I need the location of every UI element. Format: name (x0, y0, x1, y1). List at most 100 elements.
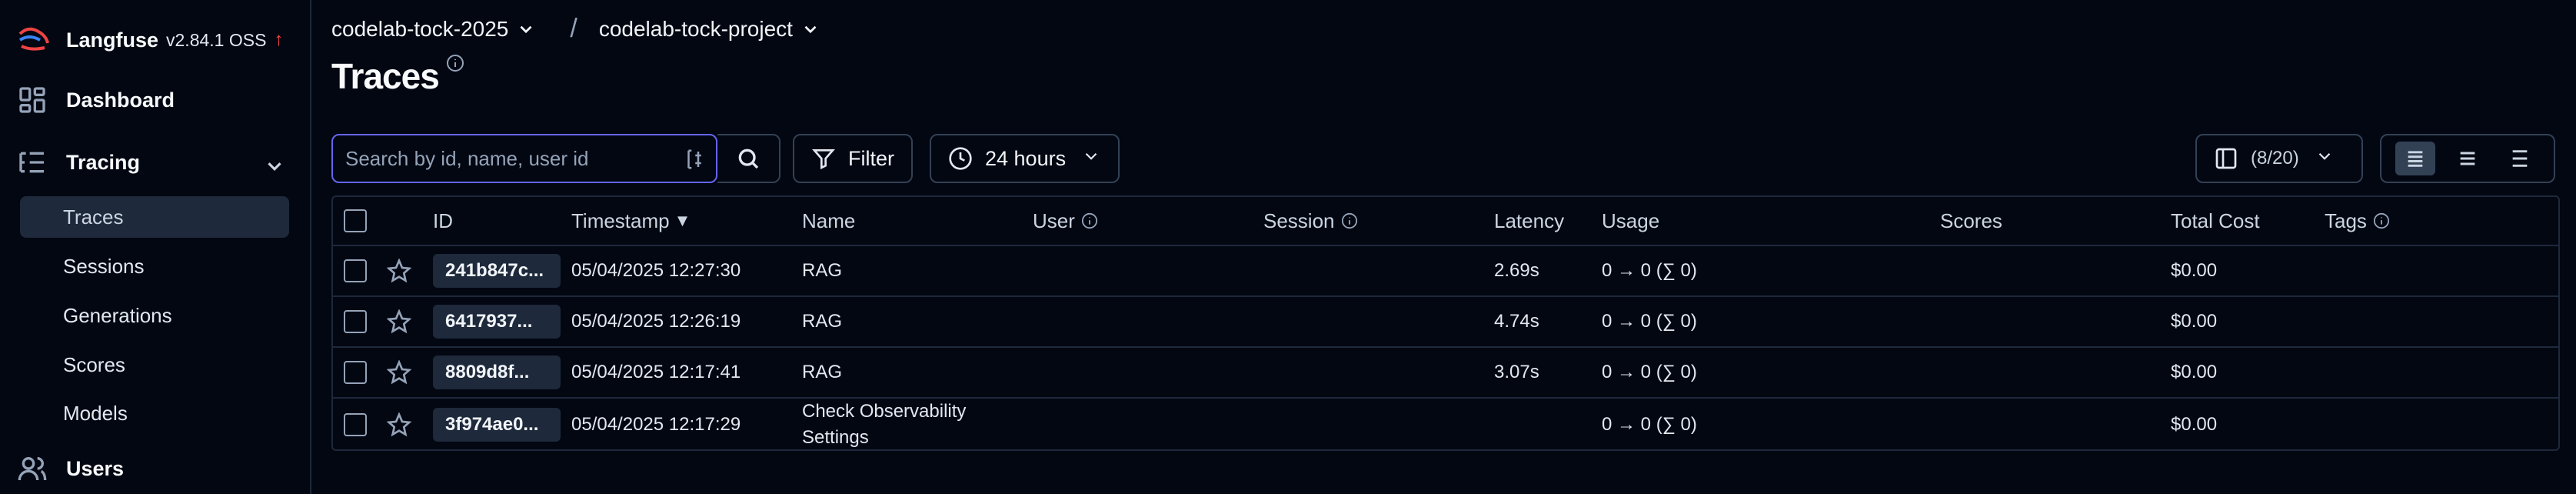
density-spacious-button[interactable] (2500, 142, 2540, 175)
header-label: Tags (2325, 209, 2367, 232)
info-icon[interactable] (1341, 212, 1358, 229)
traces-table: ID Timestamp ▼ Name User Session Latency… (331, 195, 2560, 451)
sidebar-item-scores[interactable]: Scores (20, 344, 289, 386)
sort-desc-icon: ▼ (674, 211, 691, 230)
sidebar-item-users[interactable]: Users (17, 453, 124, 484)
header-label: ID (433, 209, 453, 232)
lines-compact-icon (2408, 151, 2423, 167)
sidebar-item-tracing[interactable]: Tracing (17, 147, 294, 178)
header-user[interactable]: User (1033, 197, 1098, 245)
filter-button[interactable]: Filter (793, 134, 913, 183)
header-label: Name (802, 209, 856, 232)
trace-usage: 0 → 0 (∑ 0) (1602, 414, 1697, 435)
chevron-down-icon[interactable] (516, 19, 536, 39)
time-range-label: 24 hours (985, 146, 1067, 170)
trace-id[interactable]: 241b847c... (433, 254, 561, 288)
breadcrumb: codelab-tock-2025 / codelab-tock-project (331, 14, 820, 44)
header-usage[interactable]: Usage (1602, 197, 1659, 245)
row-select-cell (344, 348, 367, 397)
app: Langfuse v2.84.1 OSS ↑ Dashboard Tracing… (0, 0, 2576, 494)
brand[interactable]: Langfuse v2.84.1 OSS ↑ (17, 23, 283, 57)
sidebar: Langfuse v2.84.1 OSS ↑ Dashboard Tracing… (0, 0, 311, 494)
lines-medium-icon (2460, 152, 2475, 165)
header-latency[interactable]: Latency (1494, 197, 1564, 245)
search-options-icon[interactable] (684, 148, 705, 175)
trace-usage: 0 → 0 (∑ 0) (1602, 260, 1697, 281)
arrow-up-icon[interactable]: ↑ (274, 29, 283, 51)
sidebar-item-traces[interactable]: Traces (20, 196, 289, 238)
sidebar-item-models[interactable]: Models (20, 392, 289, 434)
time-range-select[interactable]: 24 hours (930, 134, 1120, 183)
sidebar-item-sessions[interactable]: Sessions (20, 245, 289, 287)
star-icon[interactable] (387, 246, 411, 295)
table-row[interactable]: 6417937... 05/04/2025 12:26:19 RAG 4.74s… (333, 297, 2558, 348)
chevron-down-icon[interactable] (800, 19, 820, 39)
search-input[interactable] (345, 146, 668, 171)
trace-name: RAG (802, 362, 843, 382)
info-icon[interactable] (1081, 212, 1098, 229)
search-box (331, 134, 717, 183)
row-density-toggle (2380, 134, 2555, 183)
table-row[interactable]: 3f974ae0... 05/04/2025 12:17:29 Check Ob… (333, 399, 2558, 449)
clock-icon (949, 147, 972, 170)
select-all-cell (344, 197, 367, 245)
dashboard-icon (19, 87, 45, 113)
table-row[interactable]: 241b847c... 05/04/2025 12:27:30 RAG 2.69… (333, 246, 2558, 297)
header-id[interactable]: ID (433, 197, 453, 245)
brand-name: Langfuse (66, 28, 159, 52)
header-label: Total Cost (2171, 209, 2260, 232)
info-icon[interactable] (446, 54, 464, 76)
header-total-cost[interactable]: Total Cost (2171, 197, 2260, 245)
select-all-checkbox[interactable] (344, 209, 367, 232)
search-button[interactable] (717, 134, 780, 183)
density-compact-button[interactable] (2395, 142, 2435, 175)
header-label: User (1033, 209, 1075, 232)
table-row[interactable]: 8809d8f... 05/04/2025 12:17:41 RAG 3.07s… (333, 348, 2558, 399)
trace-id[interactable]: 6417937... (433, 305, 561, 339)
trace-timestamp: 05/04/2025 12:27:30 (571, 260, 741, 281)
columns-count: (8/20) (2251, 148, 2299, 169)
row-select-cell (344, 246, 367, 295)
star-icon[interactable] (387, 348, 411, 397)
trace-name: Check Observability Settings (802, 401, 967, 448)
header-timestamp[interactable]: Timestamp ▼ (571, 197, 691, 245)
header-label: Session (1263, 209, 1335, 232)
sidebar-item-label: Generations (63, 303, 172, 327)
trace-name: RAG (802, 260, 843, 281)
row-checkbox[interactable] (344, 361, 367, 384)
trace-id[interactable]: 3f974ae0... (433, 408, 561, 442)
breadcrumb-project[interactable]: codelab-tock-project (599, 17, 793, 42)
trace-usage: 0 → 0 (∑ 0) (1602, 362, 1697, 382)
trace-cost: $0.00 (2171, 414, 2218, 435)
header-tags[interactable]: Tags (2325, 197, 2390, 245)
trace-timestamp: 05/04/2025 12:26:19 (571, 311, 741, 332)
density-medium-button[interactable] (2448, 142, 2488, 175)
sidebar-item-label: Traces (63, 205, 124, 229)
breadcrumb-org[interactable]: codelab-tock-2025 (331, 17, 508, 42)
filter-label: Filter (848, 146, 894, 170)
star-icon[interactable] (387, 297, 411, 346)
chevron-down-icon[interactable] (263, 155, 286, 182)
sidebar-item-label: Scores (63, 352, 125, 376)
sidebar-item-label: Models (63, 401, 128, 425)
main-content: codelab-tock-2025 / codelab-tock-project… (311, 0, 2576, 494)
info-icon[interactable] (2373, 212, 2390, 229)
row-checkbox[interactable] (344, 413, 367, 436)
header-session[interactable]: Session (1263, 197, 1358, 245)
star-icon[interactable] (387, 399, 411, 449)
sidebar-item-generations[interactable]: Generations (20, 295, 289, 336)
lines-spacious-icon (2512, 150, 2528, 167)
sidebar-item-dashboard[interactable]: Dashboard (17, 85, 175, 115)
header-scores[interactable]: Scores (1940, 197, 2002, 245)
chevron-down-icon (1066, 146, 1101, 172)
row-checkbox[interactable] (344, 259, 367, 282)
trace-usage: 0 → 0 (∑ 0) (1602, 311, 1697, 332)
row-checkbox[interactable] (344, 310, 367, 333)
search-icon (738, 149, 759, 169)
sidebar-item-label: Sessions (63, 254, 145, 278)
trace-id[interactable]: 8809d8f... (433, 355, 561, 389)
columns-button[interactable]: (8/20) (2195, 134, 2363, 183)
tracing-icon (19, 152, 44, 173)
trace-cost: $0.00 (2171, 311, 2218, 332)
header-name[interactable]: Name (802, 197, 855, 245)
